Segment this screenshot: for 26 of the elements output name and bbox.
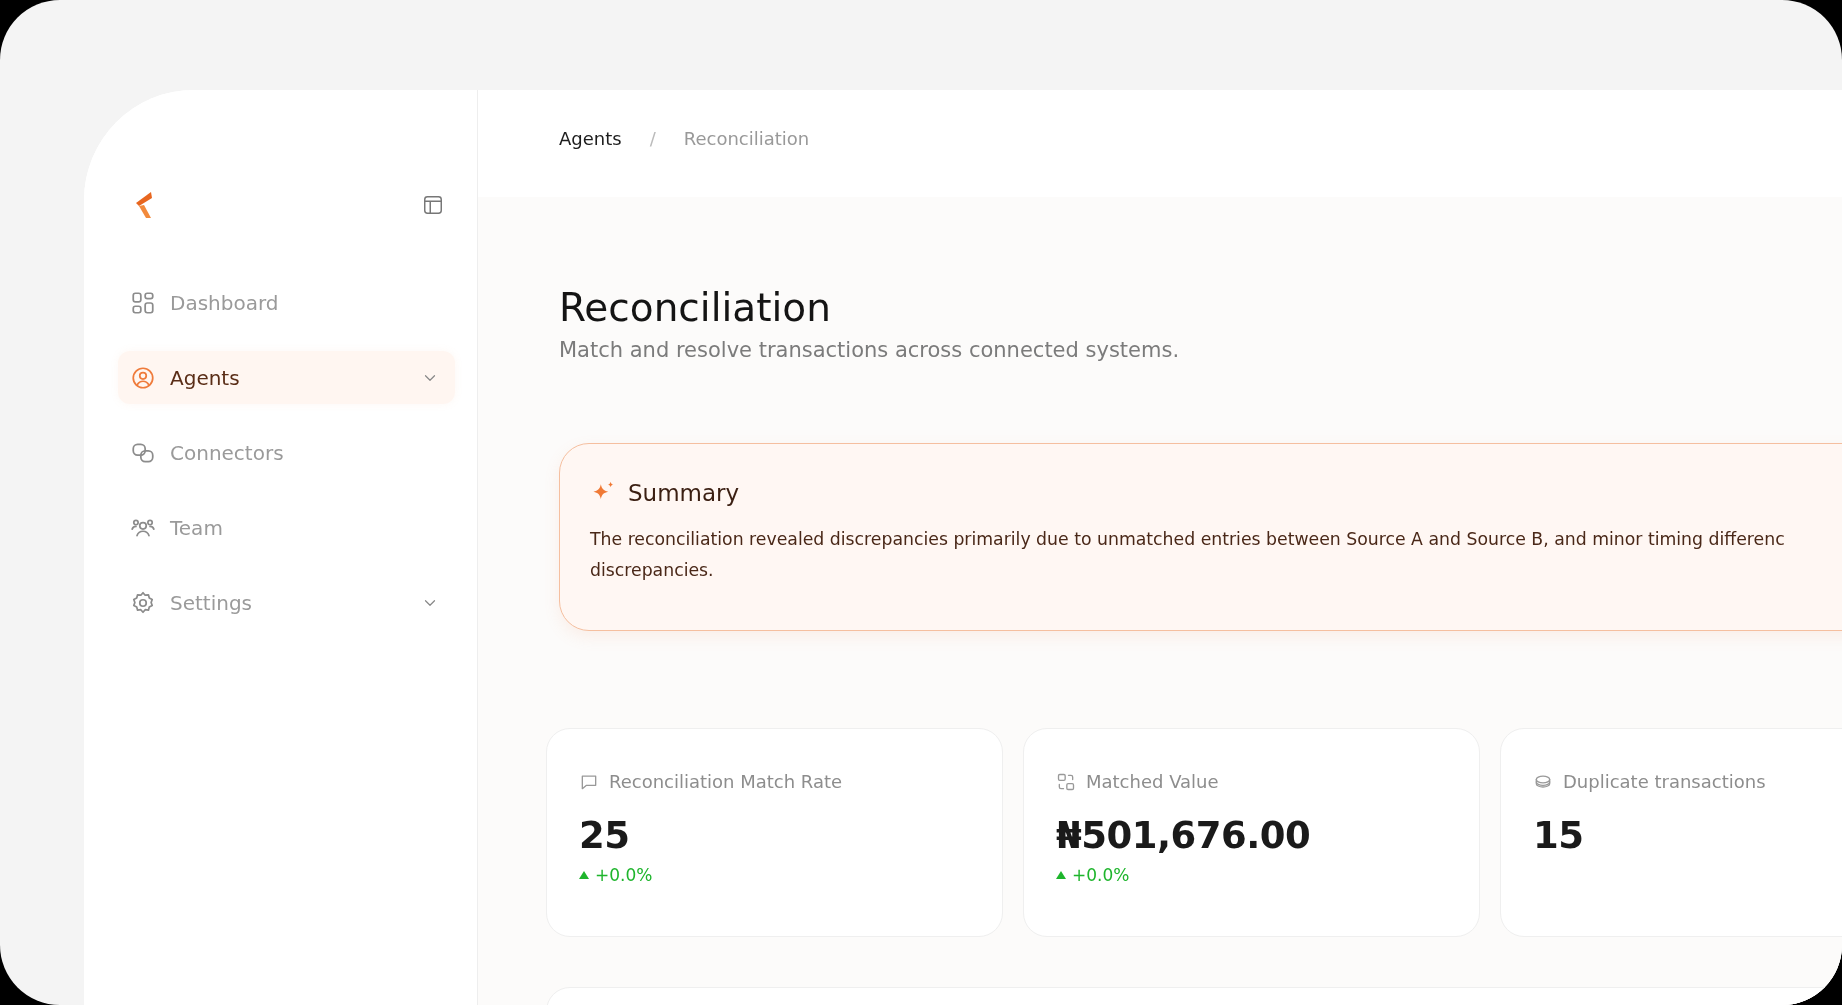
sidebar-item[interactable]: Settings <box>118 576 455 629</box>
breadcrumb-link[interactable]: Reconciliation <box>683 128 810 149</box>
up-triangle-icon <box>579 871 589 879</box>
sidebar-item[interactable]: Team <box>118 501 455 554</box>
metric-change: +0.0% <box>1072 865 1130 885</box>
metric-value: 15 <box>1533 814 1585 857</box>
metric-value: ₦501,676.00 <box>1056 814 1312 857</box>
summary-text: The reconciliation revealed discrepancies primarily due to unmatched entries between Source A and Source B, and minor timing differenc discrepancies. <box>590 528 1786 582</box>
summary-title: Summary <box>628 480 740 506</box>
page-title: Reconciliation <box>559 285 832 330</box>
breadcrumb-link[interactable]: Agents <box>559 128 622 149</box>
breadcrumb-separator: / <box>649 128 656 149</box>
sidebar-item[interactable]: Dashboard <box>118 276 455 329</box>
settings-icon <box>130 589 156 616</box>
sidebar-item[interactable]: Agents <box>118 351 455 404</box>
sidebar-toggle-icon[interactable] <box>422 194 444 216</box>
metric-label: Reconciliation Match Rate <box>609 771 843 792</box>
user-circle-icon <box>130 364 156 391</box>
up-triangle-icon <box>1056 871 1066 879</box>
page-subtitle: Match and resolve transactions across connected systems. <box>559 338 1181 362</box>
metric-change: +0.0% <box>595 865 653 885</box>
metric-label: Duplicate transactions <box>1563 771 1766 792</box>
sidebar-item[interactable]: Connectors <box>118 426 455 479</box>
metric-label: Matched Value <box>1086 771 1219 792</box>
grid-icon <box>130 289 156 316</box>
metric-value: 25 <box>579 814 631 857</box>
